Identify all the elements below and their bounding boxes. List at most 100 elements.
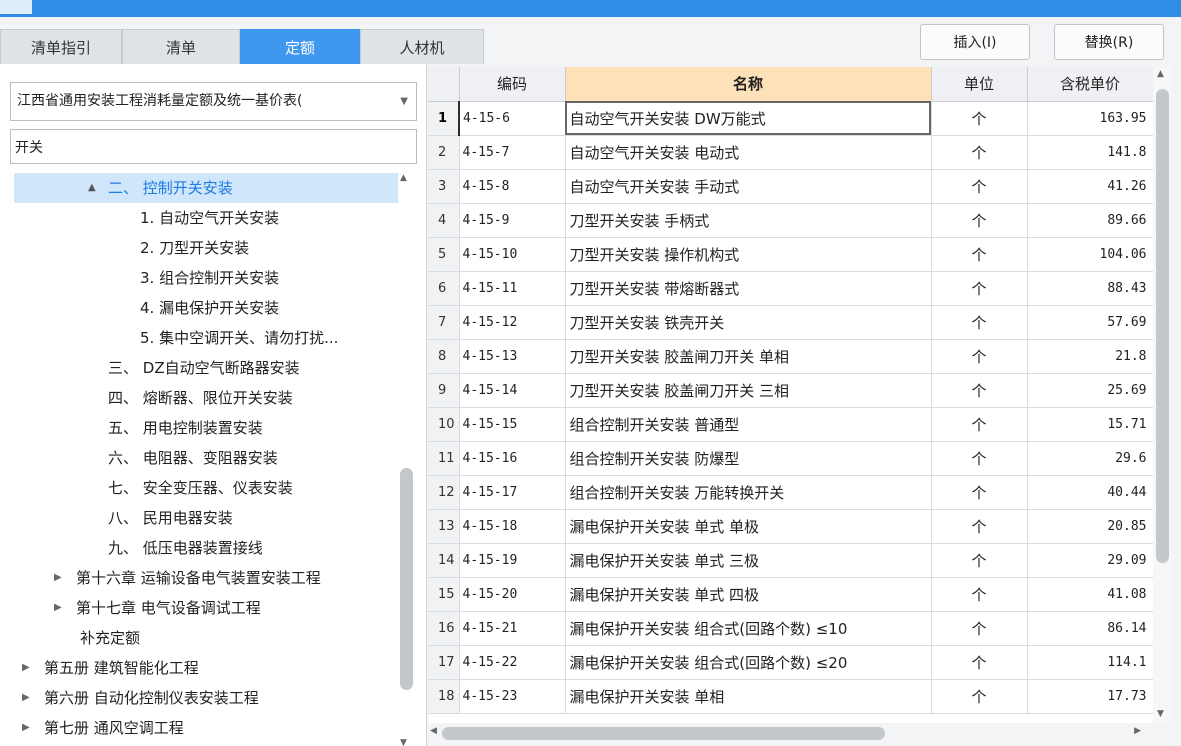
cell-code[interactable]: 4-15-23 (459, 679, 566, 714)
row-index[interactable]: 3 (428, 169, 460, 204)
cell-unit[interactable]: 个 (931, 679, 1028, 714)
expand-triangle-icon[interactable]: ▶ (22, 653, 30, 683)
row-index[interactable]: 7 (428, 305, 460, 340)
tree-item[interactable]: ▶ 第七册 通风空调工程 (14, 713, 398, 743)
cell-code[interactable]: 4-15-11 (459, 271, 566, 306)
cell-unit[interactable]: 个 (931, 577, 1028, 612)
search-input[interactable] (10, 129, 417, 164)
tree-item[interactable]: 八、 民用电器安装 (14, 503, 398, 533)
cell-unit[interactable]: 个 (931, 271, 1028, 306)
cell-name[interactable]: 组合控制开关安装 万能转换开关 (565, 475, 932, 510)
tree-item[interactable]: ▶ 第十七章 电气设备调试工程 (14, 593, 398, 623)
cell-unit[interactable]: 个 (931, 203, 1028, 238)
cell-unit[interactable]: 个 (931, 169, 1028, 204)
cell-price[interactable]: 88.43 (1027, 271, 1153, 306)
tree-item[interactable]: 4. 漏电保护开关安装 (14, 293, 398, 323)
cell-name[interactable]: 自动空气开关安装 手动式 (565, 169, 932, 204)
cell-name[interactable]: 组合控制开关安装 普通型 (565, 407, 932, 442)
cell-unit[interactable]: 个 (931, 373, 1028, 408)
cell-price[interactable]: 15.71 (1027, 407, 1153, 442)
cell-price[interactable]: 21.8 (1027, 339, 1153, 374)
cell-code[interactable]: 4-15-10 (459, 237, 566, 272)
scrollbar-thumb[interactable] (1156, 89, 1169, 563)
tree-item[interactable]: 5. 集中空调开关、请勿打扰... (14, 323, 398, 353)
cell-code[interactable]: 4-15-18 (459, 509, 566, 544)
tree-item[interactable]: 2. 刀型开关安装 (14, 233, 398, 263)
table-row[interactable]: 6 4-15-11 刀型开关安装 带熔断器式个 88.43 (428, 271, 1153, 306)
cell-code[interactable]: 4-15-19 (459, 543, 566, 578)
header-name[interactable]: 名称 (565, 67, 932, 102)
cell-price[interactable]: 25.69 (1027, 373, 1153, 408)
insert-button[interactable]: 插入(I) (920, 24, 1030, 60)
table-row[interactable]: 16 4-15-21 漏电保护开关安装 组合式(回路个数) ≤10 个 86.14 (428, 611, 1153, 646)
chevron-up-icon[interactable]: ▲ (400, 173, 407, 183)
cell-name[interactable]: 刀型开关安装 胶盖闸刀开关 三相 (565, 373, 932, 408)
row-index[interactable]: 17 (428, 645, 460, 680)
cell-name[interactable]: 漏电保护开关安装 组合式(回路个数) ≤20 (565, 645, 932, 680)
cell-code[interactable]: 4-15-7 (459, 135, 566, 170)
cell-price[interactable]: 86.14 (1027, 611, 1153, 646)
cell-unit[interactable]: 个 (931, 475, 1028, 510)
cell-unit[interactable]: 个 (931, 645, 1028, 680)
cell-price[interactable]: 104.06 (1027, 237, 1153, 272)
row-index[interactable]: 18 (428, 679, 460, 714)
cell-price[interactable]: 40.44 (1027, 475, 1153, 510)
cell-price[interactable]: 141.8 (1027, 135, 1153, 170)
tree-item[interactable]: 六、 电阻器、变阻器安装 (14, 443, 398, 473)
library-select[interactable]: 江西省通用安装工程消耗量定额及统一基价表( ▼ (10, 82, 417, 121)
table-row[interactable]: 14 4-15-19 漏电保护开关安装 单式 三极个 29.09 (428, 543, 1153, 578)
table-row[interactable]: 3 4-15-8 自动空气开关安装 手动式个 41.26 (428, 169, 1153, 204)
row-index[interactable]: 11 (428, 441, 460, 476)
cell-unit[interactable]: 个 (931, 509, 1028, 544)
cell-name[interactable]: 漏电保护开关安装 单式 三极 (565, 543, 932, 578)
cell-price[interactable]: 29.6 (1027, 441, 1153, 476)
cell-name[interactable]: 刀型开关安装 铁壳开关 (565, 305, 932, 340)
table-row[interactable]: 15 4-15-20 漏电保护开关安装 单式 四极个 41.08 (428, 577, 1153, 612)
tab-quota[interactable]: 定额 (240, 29, 360, 64)
tree-item[interactable]: 七、 安全变压器、仪表安装 (14, 473, 398, 503)
cell-code[interactable]: 4-15-20 (459, 577, 566, 612)
cell-price[interactable]: 89.66 (1027, 203, 1153, 238)
scrollbar-thumb[interactable] (442, 727, 885, 740)
cell-name[interactable]: 刀型开关安装 手柄式 (565, 203, 932, 238)
tree-item[interactable]: 四、 熔断器、限位开关安装 (14, 383, 398, 413)
cell-code[interactable]: 4-15-15 (459, 407, 566, 442)
tree-item[interactable]: ▶ 第六册 自动化控制仪表安装工程 (14, 683, 398, 713)
row-index[interactable]: 10 (428, 407, 460, 442)
tree-item[interactable]: 1. 自动空气开关安装 (14, 203, 398, 233)
cell-code[interactable]: 4-15-6 (458, 101, 566, 136)
header-code[interactable]: 编码 (459, 67, 566, 102)
row-index[interactable]: 1 (428, 101, 460, 136)
row-index[interactable]: 2 (428, 135, 460, 170)
cell-name[interactable]: 刀型开关安装 带熔断器式 (565, 271, 932, 306)
table-vertical-scrollbar[interactable]: ▲ ▼ (1153, 67, 1171, 723)
expand-triangle-icon[interactable]: ▶ (22, 713, 30, 743)
row-index[interactable]: 15 (428, 577, 460, 612)
cell-unit[interactable]: 个 (931, 543, 1028, 578)
expand-triangle-icon[interactable]: ▶ (54, 563, 62, 593)
cell-name[interactable]: 漏电保护开关安装 单式 四极 (565, 577, 932, 612)
cell-name[interactable]: 组合控制开关安装 防爆型 (565, 441, 932, 476)
cell-name[interactable]: 漏电保护开关安装 单式 单极 (565, 509, 932, 544)
tab-bill-guide[interactable]: 清单指引 (0, 29, 122, 64)
cell-code[interactable]: 4-15-13 (459, 339, 566, 374)
table-row[interactable]: 9 4-15-14 刀型开关安装 胶盖闸刀开关 三相个 25.69 (428, 373, 1153, 408)
cell-name[interactable]: 自动空气开关安装 电动式 (565, 135, 932, 170)
replace-button[interactable]: 替换(R) (1054, 24, 1164, 60)
cell-name[interactable]: 漏电保护开关安装 单相 (565, 679, 932, 714)
cell-name[interactable]: 自动空气开关安装 DW万能式 (565, 101, 932, 136)
cell-code[interactable]: 4-15-16 (459, 441, 566, 476)
chevron-left-icon[interactable]: ◀ (430, 726, 437, 736)
tree-item[interactable]: 五、 用电控制装置安装 (14, 413, 398, 443)
cell-unit[interactable]: 个 (931, 339, 1028, 374)
table-row[interactable]: 1 4-15-6 自动空气开关安装 DW万能式个 163.95 (428, 101, 1153, 136)
row-index[interactable]: 6 (428, 271, 460, 306)
tree-item[interactable]: ▲ 二、 控制开关安装 (14, 173, 398, 203)
tree-item[interactable]: 三、 DZ自动空气断路器安装 (14, 353, 398, 383)
cell-unit[interactable]: 个 (931, 407, 1028, 442)
cell-code[interactable]: 4-15-14 (459, 373, 566, 408)
header-price[interactable]: 含税单价 (1027, 67, 1153, 102)
table-row[interactable]: 17 4-15-22 漏电保护开关安装 组合式(回路个数) ≤20 个 114.1 (428, 645, 1153, 680)
row-index[interactable]: 13 (428, 509, 460, 544)
cell-code[interactable]: 4-15-22 (459, 645, 566, 680)
